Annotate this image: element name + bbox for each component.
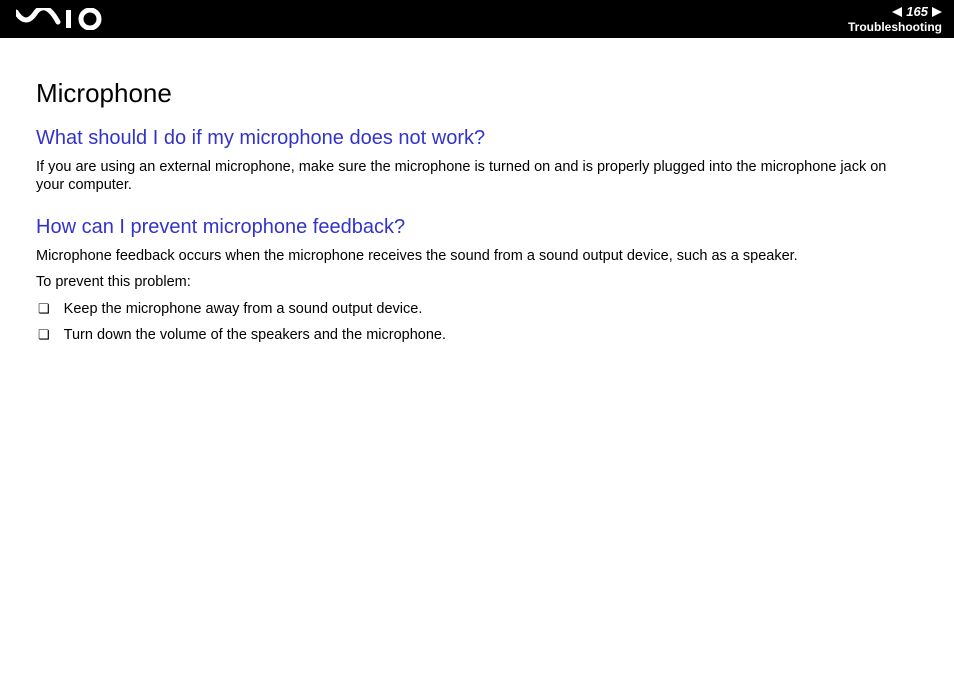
question-2-prevent-label: To prevent this problem:: [36, 273, 918, 291]
vaio-logo: [16, 8, 112, 30]
section-label: Troubleshooting: [848, 20, 942, 34]
vaio-logo-svg: [16, 8, 112, 30]
list-item-text: Keep the microphone away from a sound ou…: [64, 300, 423, 318]
question-2-heading: How can I prevent microphone feedback?: [36, 216, 918, 239]
page-number: 165: [906, 4, 928, 20]
page-navigation: 165: [848, 4, 942, 20]
page-content: Microphone What should I do if my microp…: [0, 38, 954, 344]
prev-page-arrow-icon[interactable]: [892, 7, 902, 17]
question-1-heading: What should I do if my microphone does n…: [36, 127, 918, 150]
question-2-intro: Microphone feedback occurs when the micr…: [36, 247, 918, 265]
question-2-list: Keep the microphone away from a sound ou…: [36, 300, 918, 344]
question-1-answer: If you are using an external microphone,…: [36, 158, 918, 194]
list-item: Keep the microphone away from a sound ou…: [36, 300, 918, 318]
next-page-arrow-icon[interactable]: [932, 7, 942, 17]
header-right: 165 Troubleshooting: [848, 4, 942, 34]
question-block-2: How can I prevent microphone feedback? M…: [36, 216, 918, 344]
header-bar: 165 Troubleshooting: [0, 0, 954, 38]
page-title: Microphone: [36, 78, 918, 109]
question-block-1: What should I do if my microphone does n…: [36, 127, 918, 194]
list-item: Turn down the volume of the speakers and…: [36, 326, 918, 344]
list-item-text: Turn down the volume of the speakers and…: [64, 326, 446, 344]
